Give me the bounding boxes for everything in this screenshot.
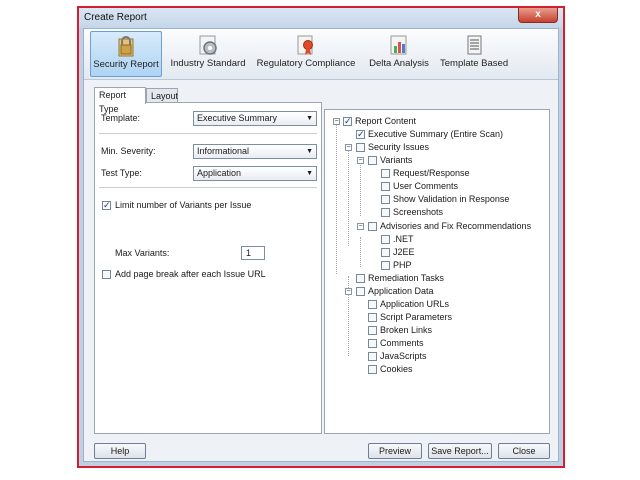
- min-severity-value: Informational: [197, 146, 250, 156]
- divider: [99, 133, 317, 134]
- tree-item-script-parameters[interactable]: Script Parameters: [380, 312, 452, 322]
- security-issues-checkbox[interactable]: [356, 143, 365, 152]
- expand-toggle[interactable]: −: [345, 144, 352, 151]
- help-button[interactable]: Help: [94, 443, 146, 459]
- chevron-down-icon: ▼: [306, 148, 313, 155]
- test-type-value: Application: [197, 168, 242, 178]
- dialog-client-area: Security Report Industry Standard Regula…: [83, 28, 559, 462]
- preview-button[interactable]: Preview: [368, 443, 422, 459]
- application-urls-checkbox[interactable]: [368, 300, 377, 309]
- tree-item-security-issues[interactable]: Security Issues: [368, 142, 429, 152]
- report-content-checkbox[interactable]: ✓: [343, 117, 352, 126]
- page-break-label: Add page break after each Issue URL: [115, 269, 266, 279]
- tree-item-executive-summary[interactable]: Executive Summary (Entire Scan): [368, 129, 503, 139]
- tree-item-application-urls[interactable]: Application URLs: [380, 299, 449, 309]
- tree-item-comments[interactable]: Comments: [380, 338, 424, 348]
- toolbar-industry-standard[interactable]: Industry Standard: [168, 31, 248, 77]
- remediation-tasks-checkbox[interactable]: [356, 274, 365, 283]
- tree-item-cookies[interactable]: Cookies: [380, 364, 413, 374]
- report-type-toolbar: Security Report Industry Standard Regula…: [84, 29, 558, 80]
- toolbar-label: Security Report: [93, 59, 159, 70]
- title-bar: Create Report x: [79, 8, 563, 28]
- tree-item-user-comments[interactable]: User Comments: [393, 181, 458, 191]
- expand-toggle[interactable]: −: [333, 118, 340, 125]
- screenshots-checkbox[interactable]: [381, 208, 390, 217]
- expand-toggle[interactable]: −: [357, 157, 364, 164]
- toolbar-label: Regulatory Compliance: [256, 58, 356, 69]
- tree-connector: [348, 146, 349, 246]
- test-type-select[interactable]: Application ▼: [193, 166, 317, 181]
- toolbar-label: Delta Analysis: [369, 58, 429, 69]
- toolbar-regulatory-compliance[interactable]: Regulatory Compliance: [254, 31, 358, 77]
- request-response-checkbox[interactable]: [381, 169, 390, 178]
- tree-connector: [336, 120, 337, 274]
- window-title: Create Report: [84, 12, 147, 23]
- advisories-checkbox[interactable]: [368, 222, 377, 231]
- template-select[interactable]: Executive Summary ▼: [193, 111, 317, 126]
- create-report-window: Create Report x Security Report Industry: [77, 6, 565, 468]
- tree-item-j2ee[interactable]: J2EE: [393, 247, 415, 257]
- net-checkbox[interactable]: [381, 235, 390, 244]
- j2ee-checkbox[interactable]: [381, 248, 390, 257]
- php-checkbox[interactable]: [381, 261, 390, 270]
- limit-variants-checkbox[interactable]: ✓: [102, 201, 111, 210]
- tree-connector: [360, 237, 361, 267]
- toolbar-template-based[interactable]: Template Based: [440, 31, 508, 77]
- bar-chart-icon: [390, 35, 407, 55]
- report-options-panel: Template: Executive Summary ▼ Min. Sever…: [94, 102, 322, 434]
- broken-links-checkbox[interactable]: [368, 326, 377, 335]
- tree-item-variants[interactable]: Variants: [380, 155, 412, 165]
- show-validation-checkbox[interactable]: [381, 195, 390, 204]
- cookies-checkbox[interactable]: [368, 365, 377, 374]
- chevron-down-icon: ▼: [306, 170, 313, 177]
- tree-item-advisories[interactable]: Advisories and Fix Recommendations: [380, 221, 531, 231]
- script-parameters-checkbox[interactable]: [368, 313, 377, 322]
- comments-checkbox[interactable]: [368, 339, 377, 348]
- document-icon: [467, 35, 482, 55]
- window-close-button[interactable]: x: [518, 8, 558, 23]
- tree-item-show-validation[interactable]: Show Validation in Response: [393, 194, 509, 204]
- tree-item-javascripts[interactable]: JavaScripts: [380, 351, 427, 361]
- tab-layout[interactable]: Layout: [146, 88, 178, 103]
- tree-item-broken-links[interactable]: Broken Links: [380, 325, 432, 335]
- limit-variants-label: Limit number of Variants per Issue: [115, 200, 252, 210]
- gear-icon: [199, 35, 217, 55]
- report-content-tree: − ✓ Report Content ✓ Executive Summary (…: [324, 109, 550, 434]
- max-variants-input[interactable]: 1: [241, 246, 265, 260]
- lock-icon: [118, 36, 134, 57]
- tree-item-net[interactable]: .NET: [393, 234, 414, 244]
- tree-item-screenshots[interactable]: Screenshots: [393, 207, 443, 217]
- tree-item-remediation-tasks[interactable]: Remediation Tasks: [368, 273, 444, 283]
- tree-item-request-response[interactable]: Request/Response: [393, 168, 470, 178]
- expand-toggle[interactable]: −: [345, 288, 352, 295]
- divider: [99, 187, 317, 188]
- javascripts-checkbox[interactable]: [368, 352, 377, 361]
- application-data-checkbox[interactable]: [356, 287, 365, 296]
- expand-toggle[interactable]: −: [357, 223, 364, 230]
- executive-summary-checkbox[interactable]: ✓: [356, 130, 365, 139]
- page-break-checkbox[interactable]: [102, 270, 111, 279]
- variants-checkbox[interactable]: [368, 156, 377, 165]
- max-variants-label: Max Variants:: [115, 248, 170, 258]
- tree-item-application-data[interactable]: Application Data: [368, 286, 434, 296]
- toolbar-delta-analysis[interactable]: Delta Analysis: [364, 31, 434, 77]
- min-severity-select[interactable]: Informational ▼: [193, 144, 317, 159]
- tree-item-report-content[interactable]: Report Content: [355, 116, 416, 126]
- toolbar-label: Industry Standard: [170, 58, 246, 69]
- template-value: Executive Summary: [197, 113, 278, 123]
- tree-item-php[interactable]: PHP: [393, 260, 412, 270]
- tree-connector: [360, 161, 361, 216]
- min-severity-label: Min. Severity:: [101, 146, 156, 156]
- user-comments-checkbox[interactable]: [381, 182, 390, 191]
- certificate-icon: [297, 35, 313, 55]
- tab-report-type[interactable]: Report Type: [94, 87, 146, 114]
- toolbar-label: Template Based: [440, 58, 509, 69]
- save-report-button[interactable]: Save Report...: [428, 443, 492, 459]
- close-button[interactable]: Close: [498, 443, 550, 459]
- test-type-label: Test Type:: [101, 168, 142, 178]
- chevron-down-icon: ▼: [306, 115, 313, 122]
- toolbar-security-report[interactable]: Security Report: [90, 31, 162, 77]
